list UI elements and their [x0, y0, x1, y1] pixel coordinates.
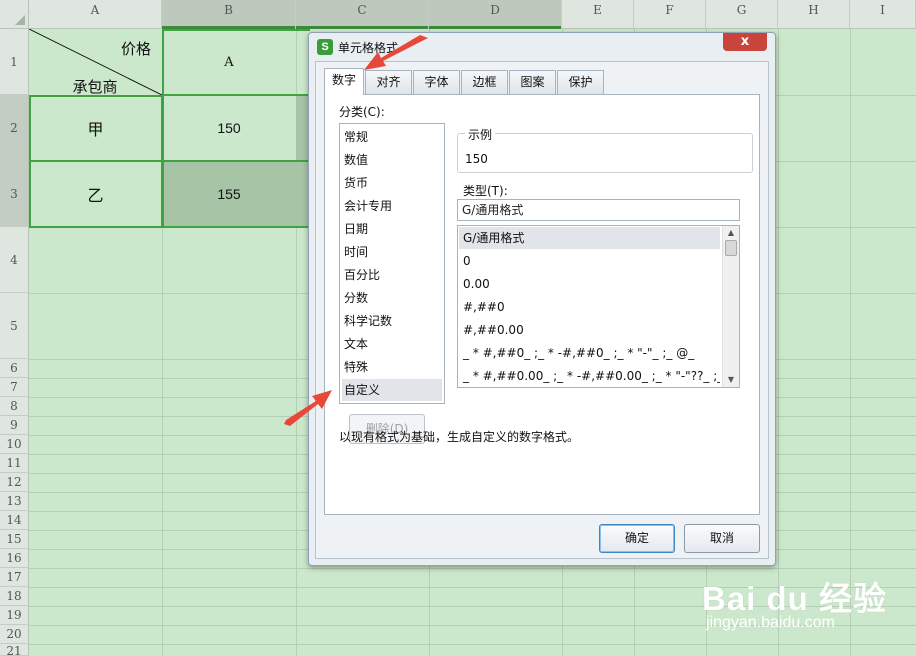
tab-number[interactable]: 数字	[324, 68, 364, 95]
watermark-url: jingyan.baidu.com	[706, 614, 835, 631]
baidu-jingyan-logo: Bai du 经验	[702, 580, 888, 617]
arrow-icon	[364, 35, 428, 70]
annotation-arrows	[284, 35, 428, 426]
arrow-icon	[284, 390, 332, 426]
